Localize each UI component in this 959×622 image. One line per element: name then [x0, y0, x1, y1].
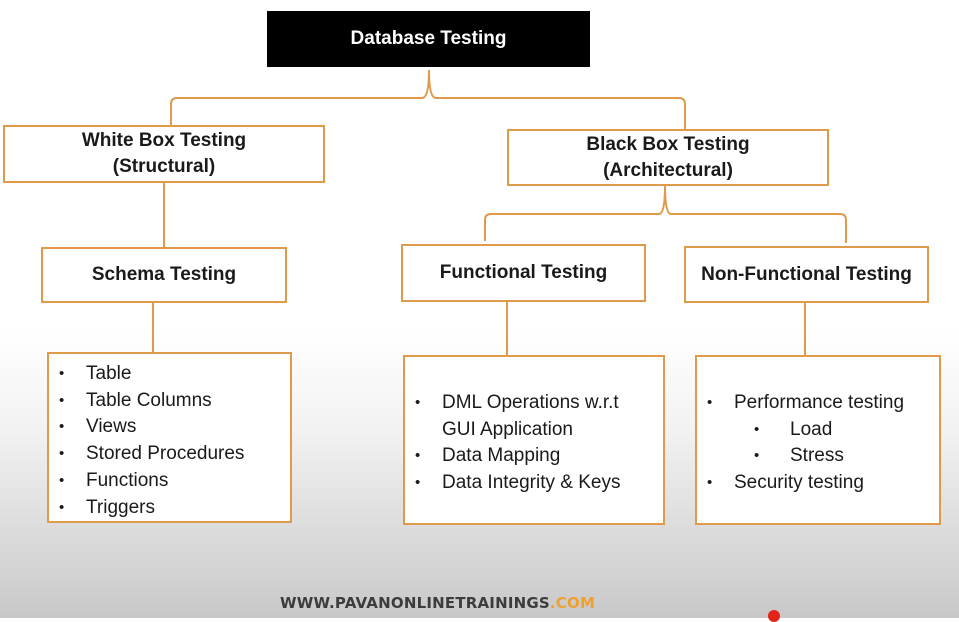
functional-testing-label: Functional Testing: [439, 262, 608, 283]
blackbox-to-children-bracket: [484, 185, 847, 243]
functional-testing-node: Functional Testing: [401, 244, 646, 302]
non-functional-items-box: • Performance testing • Load • Stress • Secu…: [695, 355, 941, 525]
functional-item-text: GUI Application: [442, 418, 573, 440]
database-testing-node: Database Testing: [267, 11, 590, 67]
schema-item: • Views: [59, 416, 137, 438]
non-functional-subitem: • Load: [754, 418, 833, 440]
functional-items-box: • DML Operations w.r.t GUI Application • D…: [403, 355, 665, 525]
black-box-title: Black Box Testing: [586, 133, 750, 155]
website-watermark: WWW.PAVANONLINETRAININGS.COM: [280, 594, 595, 612]
schema-testing-label: Schema Testing: [91, 264, 237, 285]
schema-testing-node: Schema Testing: [41, 247, 287, 303]
schema-item: • Triggers: [59, 496, 155, 518]
black-box-subtitle: (Architectural): [603, 159, 733, 181]
schema-item: • Stored Procedures: [59, 443, 245, 465]
schema-item-text: Stored Procedures: [86, 443, 245, 465]
non-functional-item-text: Stress: [790, 445, 844, 467]
non-functional-item-text: Security testing: [734, 472, 864, 494]
white-box-subtitle: (Structural): [112, 156, 216, 177]
schema-item-text: Triggers: [86, 496, 155, 518]
non-functional-item-text: Load: [790, 418, 833, 440]
root-to-children-bracket: [170, 69, 686, 129]
schema-item-text: Table Columns: [86, 389, 212, 411]
white-box-testing-node: White Box Testing (Structural): [3, 125, 325, 183]
non-functional-subitem: • Stress: [754, 445, 844, 467]
functional-item-text: Data Integrity & Keys: [442, 472, 621, 494]
website-main-text: WWW.PAVANONLINETRAININGS: [280, 594, 550, 612]
schema-items-box: • Table • Table Columns • Views • Stored Pro…: [47, 352, 292, 523]
functional-item-text: Data Mapping: [442, 445, 561, 467]
schema-item: • Table Columns: [59, 389, 212, 411]
schema-item: • Table: [59, 363, 132, 384]
functional-item: • DML Operations w.r.t: [415, 392, 619, 413]
connector-lines: [152, 69, 847, 355]
non-functional-testing-label: Non-Functional Testing: [701, 263, 912, 285]
functional-item: • Data Integrity & Keys: [415, 472, 621, 494]
non-functional-testing-node: Non-Functional Testing: [684, 246, 929, 303]
schema-item: • Functions: [59, 469, 169, 491]
functional-item-text: DML Operations w.r.t: [442, 392, 619, 413]
non-functional-item: • Security testing: [707, 472, 864, 494]
non-functional-item-text: Performance testing: [734, 392, 905, 413]
functional-item: • Data Mapping: [415, 445, 561, 467]
website-extension-text: .COM: [549, 594, 596, 612]
schema-item-text: Functions: [86, 469, 169, 491]
schema-item-text: Views: [86, 416, 137, 438]
functional-item-continuation: GUI Application: [405, 417, 620, 444]
non-functional-item: • Performance testing: [707, 392, 905, 413]
black-box-testing-node: Black Box Testing (Architectural): [507, 129, 829, 186]
white-box-title: White Box Testing: [81, 130, 247, 151]
red-dot-icon: [768, 610, 780, 622]
schema-item-text: Table: [86, 363, 132, 384]
database-testing-label: Database Testing: [350, 28, 507, 49]
